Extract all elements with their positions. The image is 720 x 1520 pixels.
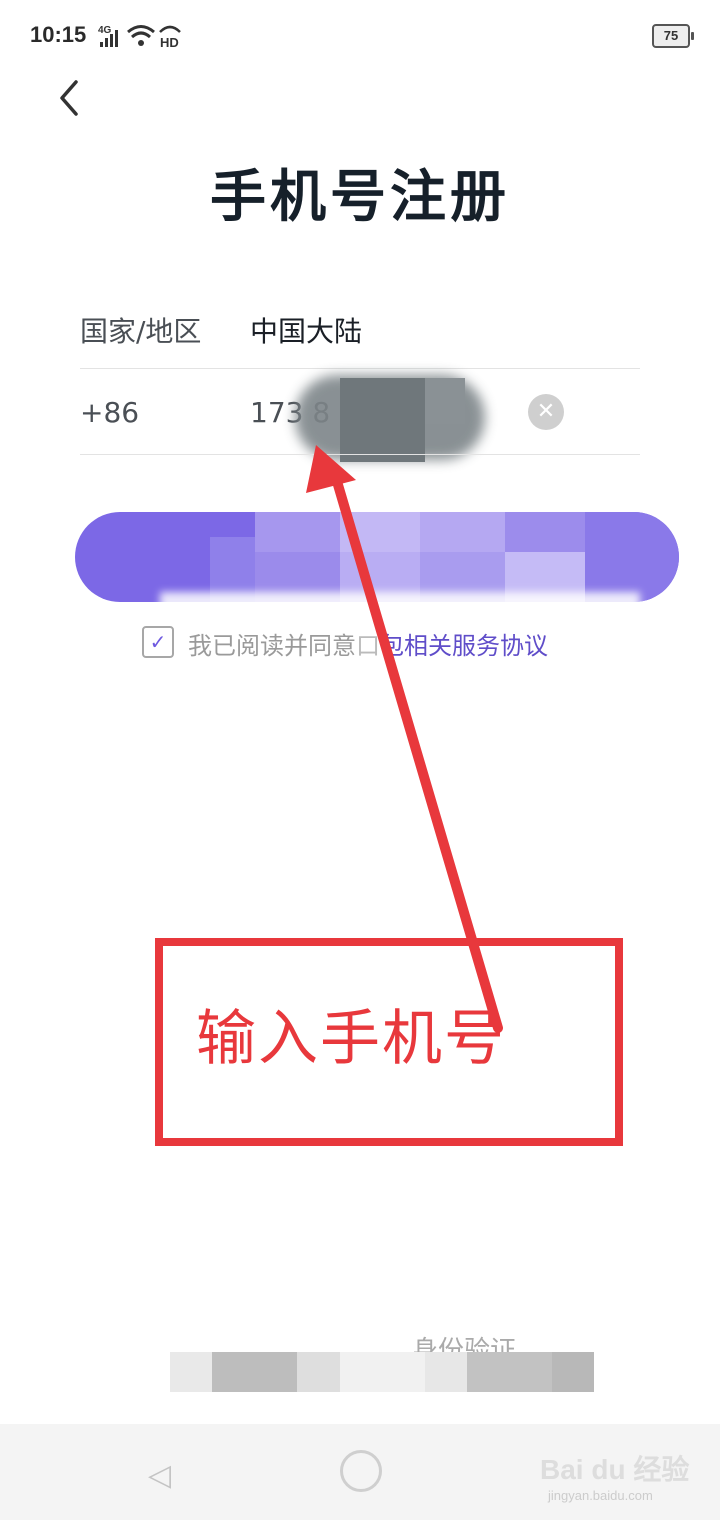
annotation-text: 输入手机号 bbox=[196, 1004, 506, 1074]
watermark-logo: Bai du 经验 bbox=[540, 1454, 690, 1485]
nav-home-icon[interactable] bbox=[340, 1450, 382, 1492]
watermark-url: jingyan.baidu.com bbox=[548, 1488, 653, 1503]
privacy-mosaic bbox=[170, 1352, 594, 1392]
annotation-arrow bbox=[306, 445, 503, 1033]
nav-back-icon[interactable]: ◁ bbox=[148, 1458, 171, 1493]
